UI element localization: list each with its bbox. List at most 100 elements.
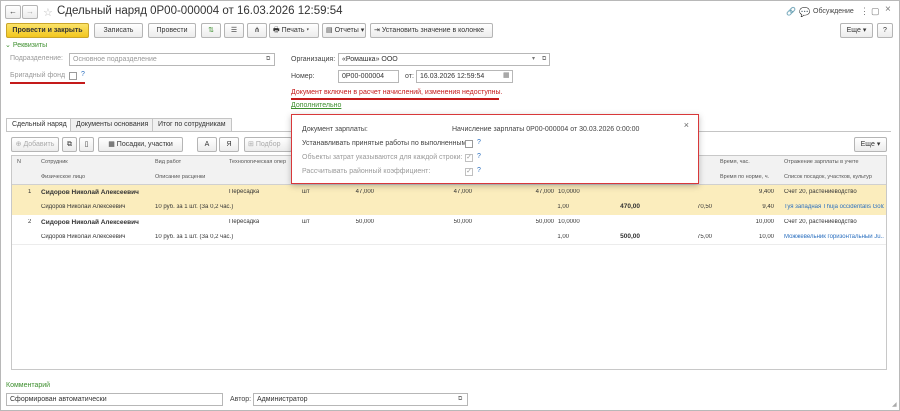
hierarchy-button[interactable]: ⋔ xyxy=(247,23,267,38)
tab-base-documents[interactable]: Документы основания xyxy=(70,118,155,131)
time-cell[interactable]: 9,400 xyxy=(732,189,774,195)
comment-field[interactable]: Сформирован автоматически xyxy=(6,393,223,406)
resize-grip-icon[interactable]: ◢ xyxy=(892,401,897,408)
time-norm-cell[interactable]: 10,00 xyxy=(732,234,774,240)
qty-cell[interactable]: 50,000 xyxy=(512,219,554,225)
add-row-button[interactable]: ⊕ Добавить xyxy=(11,137,59,152)
brigade-fund-checkbox[interactable] xyxy=(69,72,77,80)
rate-cell[interactable]: 10,0000 xyxy=(558,219,580,225)
qty-cell[interactable]: 50,000 xyxy=(432,219,472,225)
plots-button[interactable]: ▦ Посадки, участки xyxy=(98,137,183,152)
discussion-icon[interactable]: 💬 xyxy=(799,8,810,17)
plants-cell[interactable]: Туя западная Thuja occidentalis Gold... xyxy=(784,204,884,210)
qty-cell[interactable]: 47,000 xyxy=(512,189,554,195)
col-salary[interactable]: Отражение зарплаты в учете xyxy=(784,159,859,165)
cost-checkbox[interactable]: ✓ xyxy=(465,154,473,162)
col-work-type[interactable]: Вид работ xyxy=(155,159,181,165)
sum-cell[interactable]: 500,00 xyxy=(592,233,640,240)
col-person[interactable]: Физическое лицо xyxy=(41,174,85,180)
plants-cell[interactable]: Можжевельник горизонтальный Ju... xyxy=(784,234,884,240)
window-title-star[interactable]: ☆ xyxy=(43,6,53,19)
organization-field[interactable]: «Ромашка» ООО xyxy=(338,53,550,66)
col-time-norm[interactable]: Время по норме, ч. xyxy=(720,174,780,180)
open-icon[interactable]: ⧉ xyxy=(542,55,546,63)
sum-cell[interactable]: 470,00 xyxy=(592,203,640,210)
help-icon[interactable]: ? xyxy=(81,71,85,78)
discussion-link[interactable]: Обсуждение xyxy=(813,8,854,15)
person-cell[interactable]: Сидоров Николай Алексеевич xyxy=(41,204,125,210)
qty-cell[interactable]: 50,000 xyxy=(332,219,374,225)
department-field[interactable]: Основное подразделение xyxy=(69,53,275,66)
tech-op-cell[interactable]: Пересадка xyxy=(229,219,259,225)
more-button[interactable]: Еще ▾ xyxy=(840,23,873,38)
col-tech-op[interactable]: Технологическая опер xyxy=(229,159,293,165)
norm-cell[interactable]: 70,50 xyxy=(672,204,712,210)
rate-desc-cell[interactable]: 10 руб. за 1 шт. (За 0,2 час.) xyxy=(155,204,233,210)
col-n[interactable]: N xyxy=(17,159,21,165)
time-cell[interactable]: 10,000 xyxy=(732,219,774,225)
number-field[interactable]: 0Р00-000004 xyxy=(338,70,399,83)
structure-button[interactable]: ☰ xyxy=(224,23,244,38)
delete-row-button[interactable]: ▯ xyxy=(79,137,94,152)
salary-cell[interactable]: Счет 20, растениеводство xyxy=(784,219,857,225)
coef-cell[interactable]: 1,00 xyxy=(512,234,569,240)
done-checkbox[interactable] xyxy=(465,140,473,148)
district-checkbox[interactable]: ✓ xyxy=(465,168,473,176)
additional-popup: × Документ зарплаты: Начисление зарплаты… xyxy=(291,114,699,184)
help-icon[interactable]: ? xyxy=(477,139,481,146)
calendar-icon[interactable]: ▦ xyxy=(503,72,510,80)
tab-piecework[interactable]: Сдельный наряд xyxy=(6,118,73,132)
employee-cell[interactable]: Сидоров Николай Алексеевич xyxy=(41,219,139,226)
coef-cell[interactable]: 1,00 xyxy=(512,204,569,210)
col-employee[interactable]: Сотрудник xyxy=(41,159,68,165)
open-icon[interactable]: ⧉ xyxy=(458,395,462,403)
print-button[interactable]: 🖶 Печать ▾ xyxy=(269,23,319,38)
requisites-toggle[interactable]: ⌄ Реквизиты xyxy=(5,41,47,49)
date-field[interactable]: 16.03.2026 12:59:54 xyxy=(416,70,513,83)
forward-button[interactable]: → xyxy=(22,5,38,19)
post-close-button[interactable]: Провести и закрыть xyxy=(6,23,89,38)
tech-op-cell[interactable]: Пересадка xyxy=(229,189,259,195)
person-cell[interactable]: Сидоров Николай Алексеевич xyxy=(41,234,125,240)
save-button[interactable]: Записать xyxy=(94,23,143,38)
sort-za-button[interactable]: Я xyxy=(219,137,239,152)
sort-az-button[interactable]: А xyxy=(197,137,217,152)
help-icon[interactable]: ? xyxy=(477,153,481,160)
employee-cell[interactable]: Сидоров Николай Алексеевич xyxy=(41,189,139,196)
help-button[interactable]: ? xyxy=(877,23,893,38)
popup-doc-link[interactable]: Начисление зарплаты 0Р00-000004 от 30.03… xyxy=(452,126,639,133)
col-plants[interactable]: Список посадок, участков, культур xyxy=(784,174,884,180)
rate-cell[interactable]: 10,0000 xyxy=(558,189,580,195)
time-norm-cell[interactable]: 9,40 xyxy=(732,204,774,210)
help-icon[interactable]: ? xyxy=(477,167,481,174)
author-field[interactable]: Администратор xyxy=(253,393,468,406)
rate-desc-cell[interactable]: 10 руб. за 1 шт. (За 0,2 час.) xyxy=(155,234,233,240)
set-value-button[interactable]: ⇥ Установить значение в колонке xyxy=(370,23,493,38)
chevron-down-icon: ▾ xyxy=(876,141,881,148)
pick-button[interactable]: ⊞ Подбор xyxy=(244,137,292,152)
copy-row-button[interactable]: ⧉ xyxy=(62,137,77,152)
menu-dots-icon[interactable]: ⋮ xyxy=(860,7,869,16)
chevron-down-icon[interactable]: ▾ xyxy=(532,55,535,63)
table-more-button[interactable]: Еще ▾ xyxy=(854,137,887,152)
unit-cell[interactable]: шт xyxy=(302,219,310,225)
col-rate-desc[interactable]: Описание расценки xyxy=(155,174,205,180)
close-icon[interactable]: × xyxy=(684,120,689,130)
open-icon[interactable]: ⧉ xyxy=(266,55,270,63)
qty-cell[interactable]: 47,000 xyxy=(432,189,472,195)
col-time[interactable]: Время, час. xyxy=(720,159,750,165)
norm-cell[interactable]: 75,00 xyxy=(672,234,712,240)
link-icon[interactable]: 🔗 xyxy=(786,8,796,16)
tab-employee-totals[interactable]: Итог по сотрудникам xyxy=(152,118,232,131)
reports-button[interactable]: ▤ Отчеты ▾ xyxy=(322,23,366,38)
document-window: ← → ☆ Сдельный наряд 0Р00-000004 от 16.0… xyxy=(0,0,900,411)
back-button[interactable]: ← xyxy=(5,5,21,19)
additional-link[interactable]: Дополнительно xyxy=(291,102,341,109)
unit-cell[interactable]: шт xyxy=(302,189,310,195)
post-button[interactable]: Провести xyxy=(148,23,196,38)
maximize-icon[interactable]: ▢ xyxy=(871,7,880,16)
close-icon[interactable]: × xyxy=(885,5,891,15)
journal-button[interactable]: ⇅ xyxy=(201,23,221,38)
salary-cell[interactable]: Счет 20, растениеводство xyxy=(784,189,857,195)
qty-cell[interactable]: 47,000 xyxy=(332,189,374,195)
